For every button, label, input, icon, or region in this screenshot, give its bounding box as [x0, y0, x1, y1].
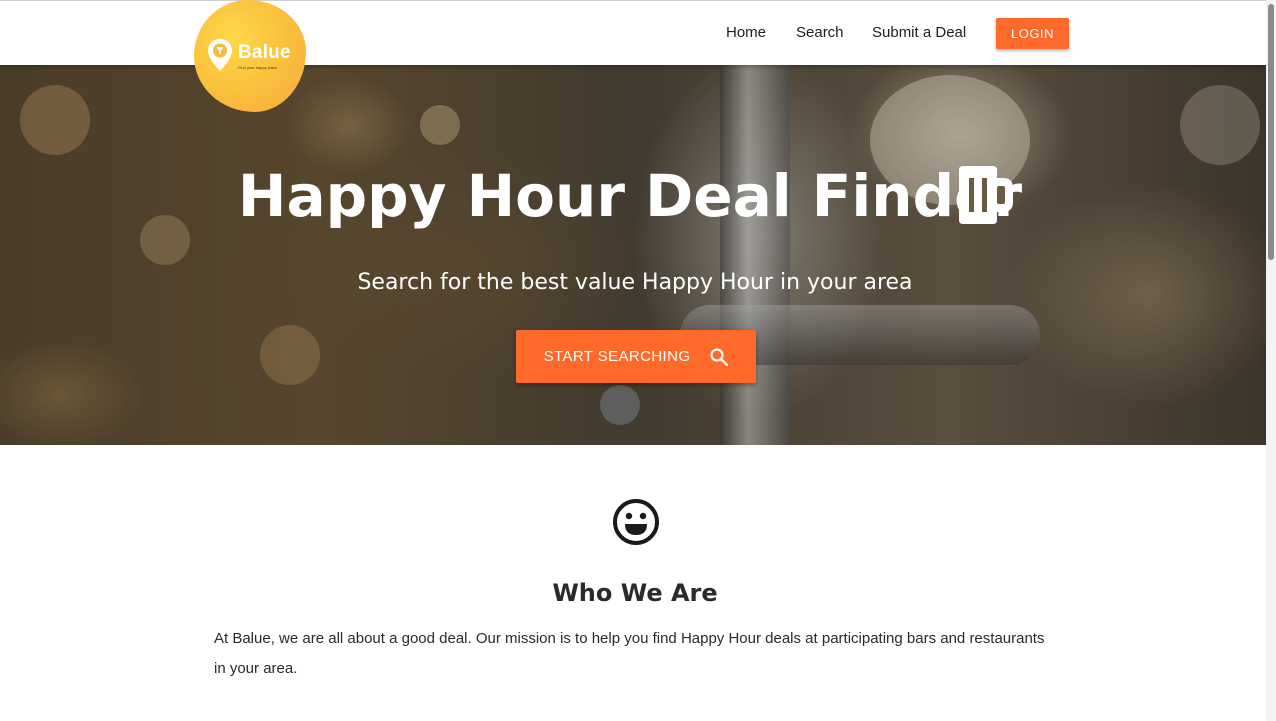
balue-logo[interactable]: Balue Find your happy place: [194, 0, 306, 112]
scrollbar-thumb[interactable]: [1268, 4, 1274, 260]
start-searching-button[interactable]: START SEARCHING: [516, 330, 756, 383]
top-navbar: Home Search Submit a Deal LOGIN: [0, 0, 1266, 65]
beer-mug-icon: [959, 166, 1013, 224]
section-body: At Balue, we are all about a good deal. …: [214, 630, 1045, 677]
hero-banner: Happy Hour Deal Finder Search for the be…: [0, 65, 1266, 445]
logo-brand-name: Balue: [238, 42, 291, 63]
nav-search-link[interactable]: Search: [796, 24, 844, 41]
nav-submit-deal-link[interactable]: Submit a Deal: [872, 24, 966, 41]
search-icon: [710, 347, 729, 366]
nav-home-link[interactable]: Home: [726, 24, 766, 41]
map-pin-icon: [208, 39, 232, 71]
login-button[interactable]: LOGIN: [996, 18, 1069, 49]
hero-subtitle: Search for the best value Happy Hour in …: [357, 270, 913, 295]
hero-title: Happy Hour Deal Finder: [237, 162, 1023, 230]
page-scrollbar[interactable]: [1266, 0, 1276, 721]
logo-tagline: Find your happy place: [238, 65, 278, 70]
section-title: Who We Are: [552, 579, 718, 607]
smiley-face-icon: [613, 499, 659, 545]
start-searching-label: START SEARCHING: [543, 348, 691, 365]
